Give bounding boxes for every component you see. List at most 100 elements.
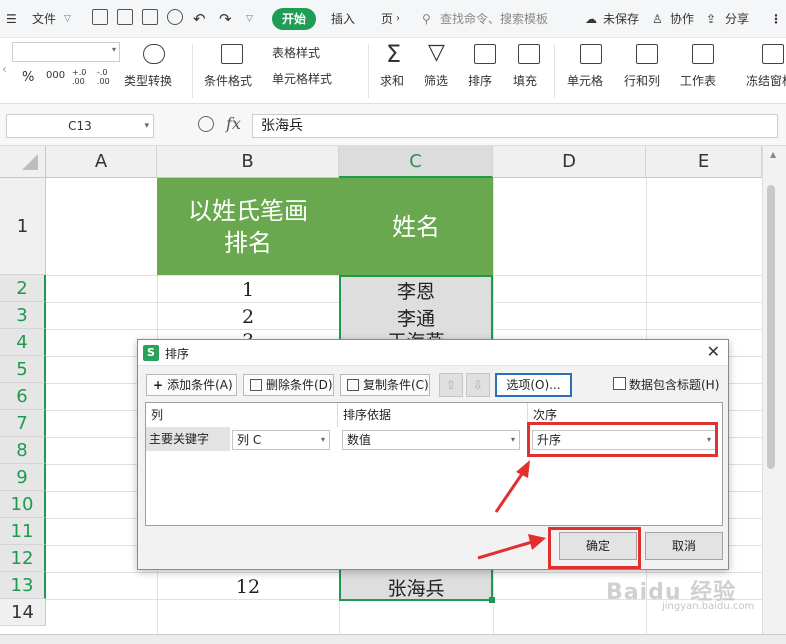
header-checkbox[interactable] <box>613 377 626 390</box>
row-header-5[interactable]: 5 <box>0 356 46 383</box>
filter-button[interactable]: 筛选 <box>424 72 448 89</box>
row-header-4[interactable]: 4 <box>0 329 46 356</box>
sheet-tab-bar[interactable] <box>0 634 786 644</box>
row-header-13[interactable]: 13 <box>0 572 46 599</box>
formula-input[interactable]: 张海兵 <box>252 114 778 138</box>
table-style-button[interactable]: 表格样式 <box>272 44 320 61</box>
save-icon[interactable] <box>92 9 108 25</box>
ribbon-divider <box>554 44 555 98</box>
user-icon: ♙ <box>652 12 663 26</box>
chevron-down-icon[interactable]: ▽ <box>64 9 71 29</box>
print-icon[interactable] <box>142 9 158 25</box>
row-header-6[interactable]: 6 <box>0 383 46 410</box>
percent-button[interactable]: % <box>22 70 34 85</box>
header-cell-name[interactable]: 姓名 <box>339 178 493 275</box>
decrease-decimal-button[interactable]: -.0 .00 <box>97 68 113 86</box>
close-icon[interactable]: ✕ <box>707 342 720 361</box>
cell-b2[interactable]: 1 <box>157 279 339 301</box>
print-preview-icon[interactable] <box>167 9 183 25</box>
red-arrow-icon <box>477 534 546 560</box>
options-button[interactable]: 选项(O)... <box>495 373 572 397</box>
menu-icon[interactable]: ☰ <box>6 9 17 29</box>
row-header-12[interactable]: 12 <box>0 545 46 572</box>
cell-c4[interactable]: 王海燕 <box>341 327 491 339</box>
scrollbar-thumb[interactable] <box>767 185 775 469</box>
cell-b3[interactable]: 2 <box>157 306 339 328</box>
cell-icon <box>580 44 602 64</box>
collab-button[interactable]: 协作 <box>670 9 694 29</box>
undo-icon[interactable]: ↶ <box>193 9 206 29</box>
increase-decimal-button[interactable]: +.0 .00 <box>72 68 88 86</box>
column-header-b[interactable]: B <box>157 146 339 178</box>
redo-icon[interactable]: ↷ <box>219 9 232 29</box>
fill-button[interactable]: 填充 <box>513 72 537 89</box>
highlight-ok-button <box>548 527 641 569</box>
scroll-up-icon[interactable]: ▲ <box>770 150 776 159</box>
worksheet-button[interactable]: 工作表 <box>680 72 716 89</box>
cell-button[interactable]: 单元格 <box>567 72 603 89</box>
tab-page[interactable]: 页 <box>381 9 393 29</box>
sort-button[interactable]: 排序 <box>468 72 492 89</box>
file-menu[interactable]: 文件 <box>32 9 56 29</box>
row-col-button[interactable]: 行和列 <box>624 72 660 89</box>
chevron-down-icon[interactable]: ▽ <box>246 9 253 29</box>
freeze-pane-button[interactable]: 冻结窗格 <box>746 72 786 89</box>
move-down-button[interactable]: ⇩ <box>466 373 490 397</box>
row-header-3[interactable]: 3 <box>0 302 46 329</box>
add-condition-button[interactable]: + 添加条件(A) <box>146 374 237 396</box>
row-header-10[interactable]: 10 <box>0 491 46 518</box>
cell-c2[interactable]: 李恩 <box>341 277 491 304</box>
command-search[interactable]: 查找命令、搜索模板 <box>440 9 548 29</box>
sort-basis-select[interactable]: 数值 ▾ <box>342 430 520 450</box>
export-pdf-icon[interactable] <box>117 9 133 25</box>
filter-icon: ▽ <box>428 40 445 65</box>
delete-condition-button[interactable]: 删除条件(D) <box>243 374 334 396</box>
row-col-icon <box>636 44 658 64</box>
row-header-7[interactable]: 7 <box>0 410 46 437</box>
fill-icon <box>518 44 540 64</box>
row-header-11[interactable]: 11 <box>0 518 46 545</box>
ribbon-scroll-left-icon[interactable]: ‹ <box>2 62 7 76</box>
ribbon: ‹ ▾ % 000 +.0 .00 -.0 .00 类型转换 条件格式 表格样式… <box>0 38 786 104</box>
cell-b13[interactable]: 12 <box>157 576 339 598</box>
thousands-button[interactable]: 000 <box>46 70 65 81</box>
sum-button[interactable]: 求和 <box>380 72 404 89</box>
share-button[interactable]: 分享 <box>725 9 749 29</box>
row-header-9[interactable]: 9 <box>0 464 46 491</box>
sort-column-value: 列 C <box>237 433 262 447</box>
name-box[interactable]: C13 ▾ <box>6 114 154 138</box>
column-header-a[interactable]: A <box>46 146 157 178</box>
add-condition-label: 添加条件(A) <box>167 378 233 392</box>
row-header-8[interactable]: 8 <box>0 437 46 464</box>
header-cell-rank[interactable]: 以姓氏笔画排名 <box>157 178 339 275</box>
chevron-right-icon[interactable]: › <box>396 9 400 29</box>
tab-insert[interactable]: 插入 <box>331 9 355 29</box>
column-header-basis: 排序依据 <box>338 403 528 427</box>
column-header-e[interactable]: E <box>646 146 762 178</box>
zoom-icon[interactable] <box>198 116 214 132</box>
column-header-d[interactable]: D <box>493 146 646 178</box>
cell-c13[interactable]: 张海兵 <box>341 574 491 601</box>
unsaved-status[interactable]: 未保存 <box>603 9 639 29</box>
row-header-1[interactable]: 1 <box>0 178 46 275</box>
tab-start[interactable]: 开始 <box>272 8 316 30</box>
function-icon[interactable]: fx <box>226 114 241 133</box>
chevron-down-icon: ▾ <box>320 435 325 444</box>
copy-condition-button[interactable]: 复制条件(C) <box>340 374 430 396</box>
move-up-button[interactable]: ⇧ <box>439 373 463 397</box>
column-header-c[interactable]: C <box>339 146 493 178</box>
conditional-format-button[interactable]: 条件格式 <box>204 72 252 89</box>
row-header-2[interactable]: 2 <box>0 275 46 302</box>
red-arrow-icon <box>494 460 530 513</box>
fill-handle[interactable] <box>489 597 495 603</box>
more-icon[interactable]: ⋮ <box>770 9 782 29</box>
dialog-title-bar: S 排序 ✕ <box>138 340 728 366</box>
number-format-select[interactable]: ▾ <box>12 42 120 62</box>
type-convert-button[interactable]: 类型转换 <box>124 72 172 89</box>
cancel-button[interactable]: 取消 <box>645 532 723 560</box>
convert-icon <box>143 44 165 64</box>
sort-column-select[interactable]: 列 C ▾ <box>232 430 330 450</box>
cell-style-button[interactable]: 单元格样式 <box>272 70 332 87</box>
select-all-corner[interactable] <box>0 146 46 178</box>
row-header-14[interactable]: 14 <box>0 599 46 626</box>
